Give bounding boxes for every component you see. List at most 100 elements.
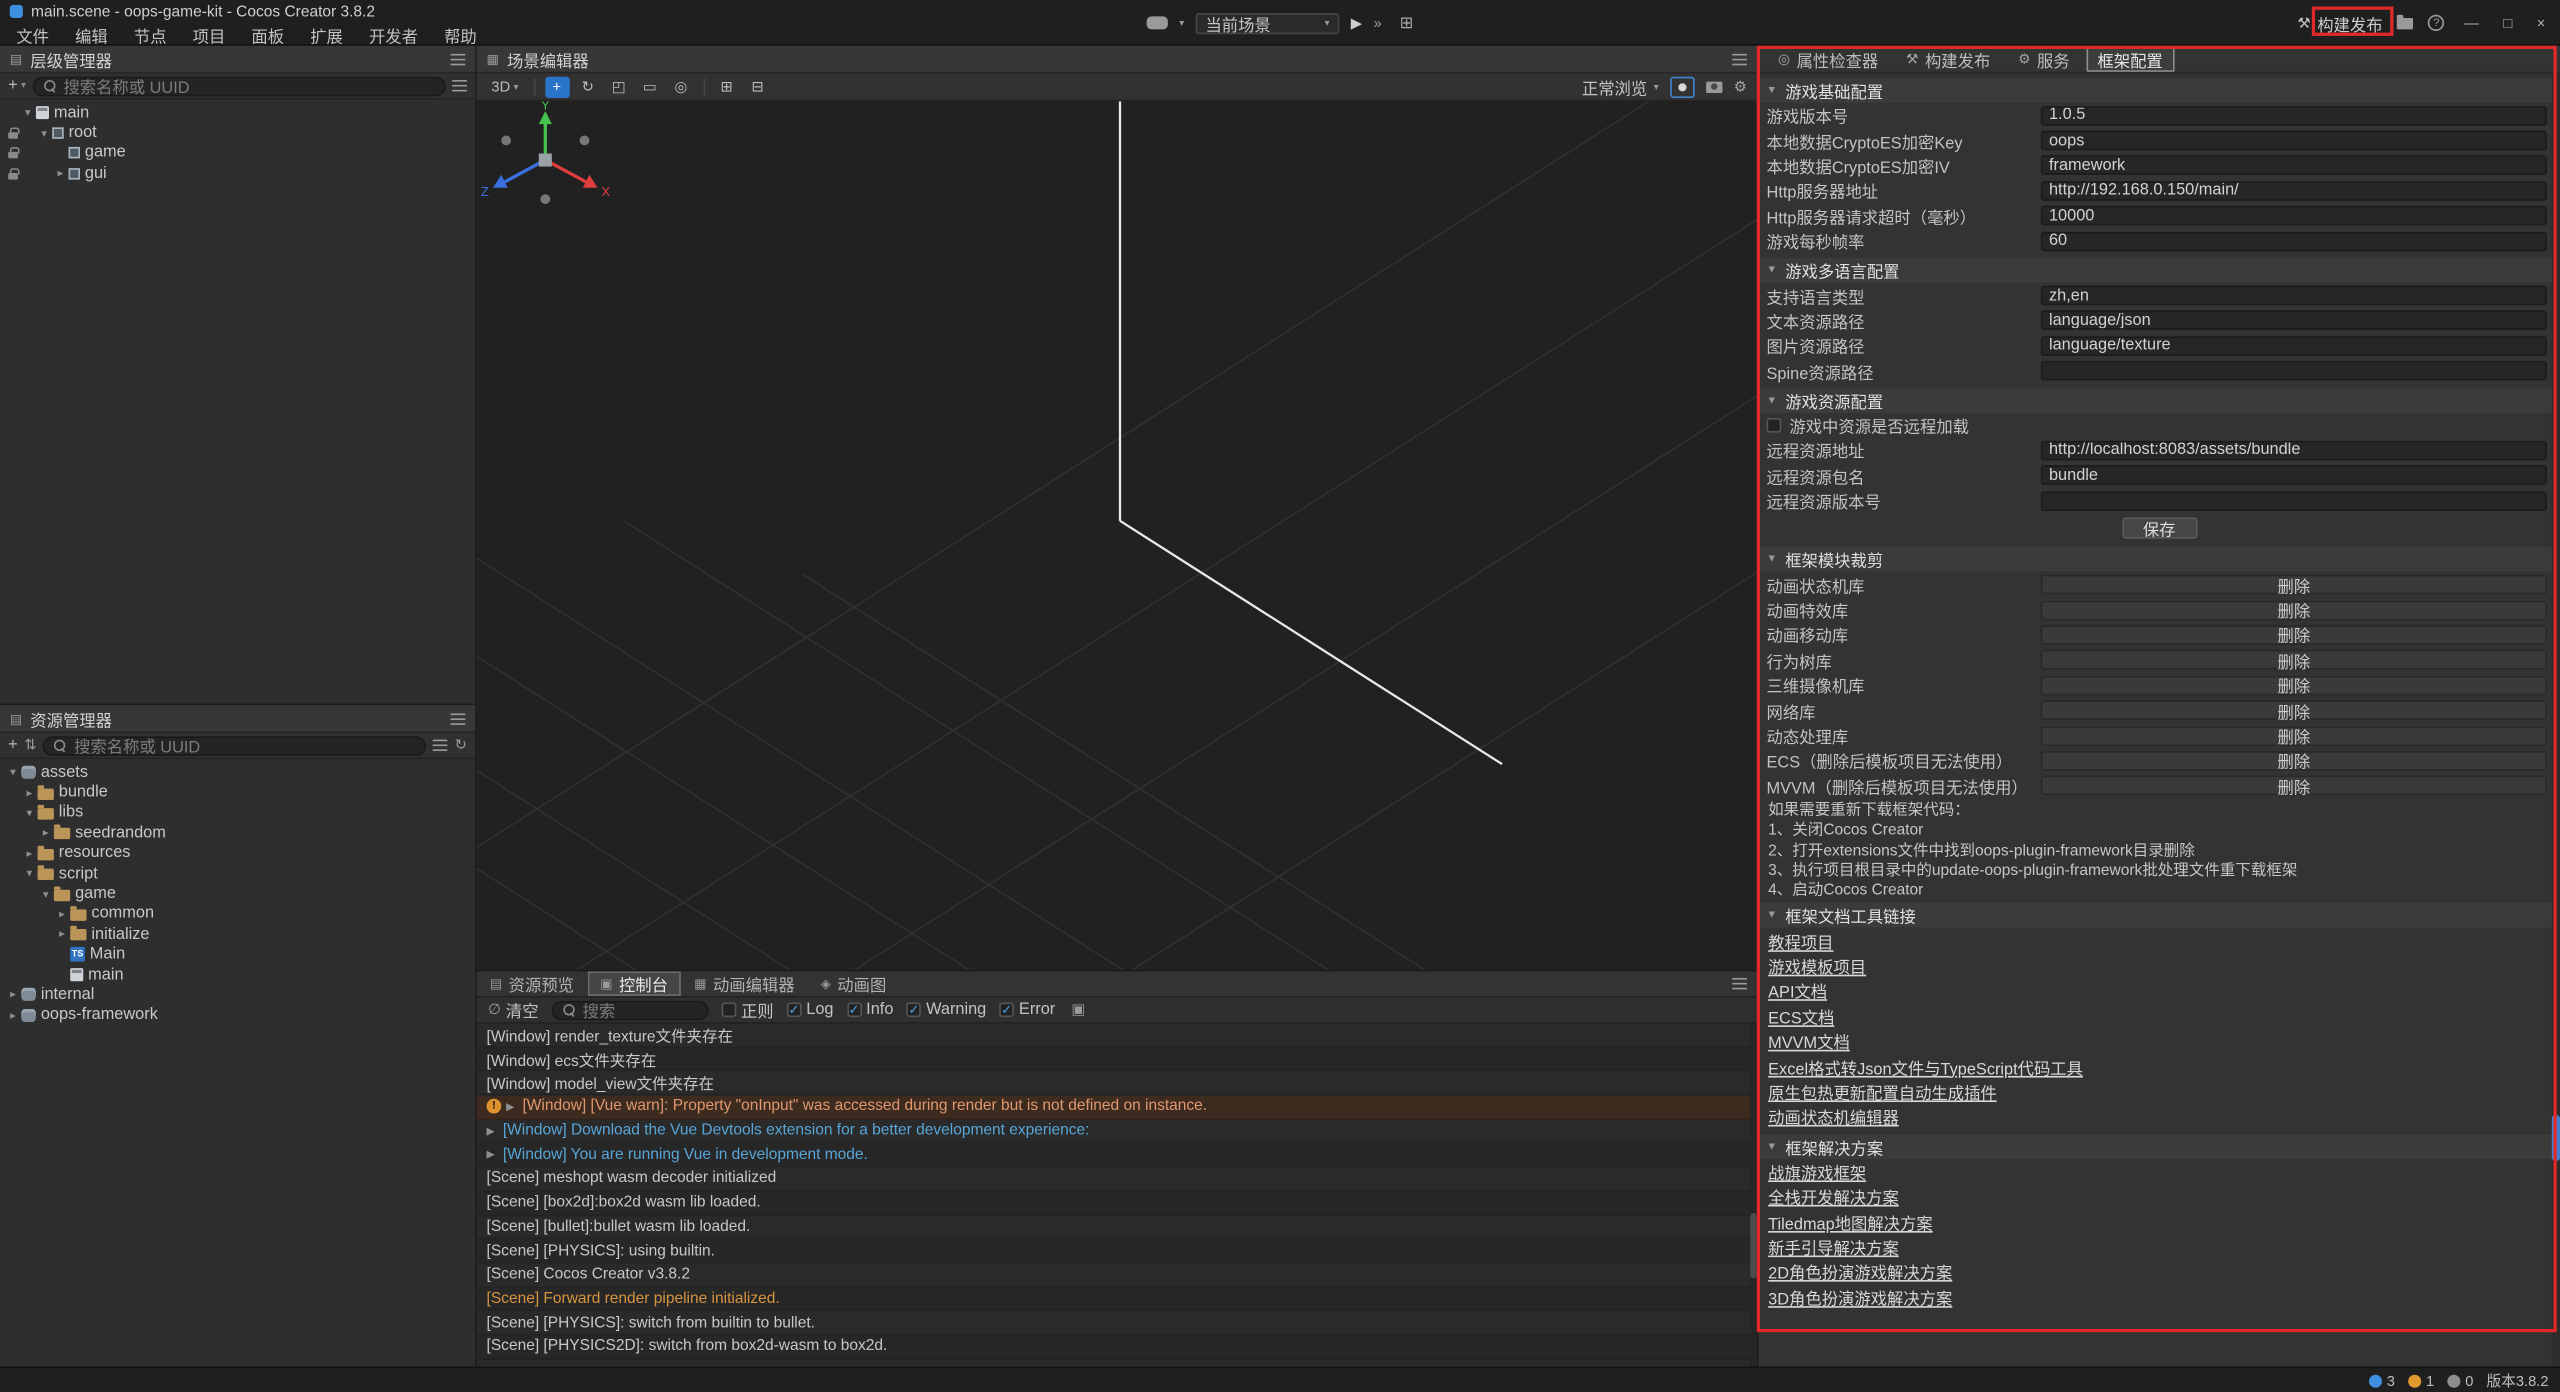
delete-button[interactable]: 删除 [2041, 701, 2547, 721]
lighting-toggle[interactable] [1670, 76, 1694, 97]
delete-button[interactable]: 删除 [2041, 675, 2547, 695]
sort-icon[interactable]: ⇅ [24, 736, 36, 754]
maximize-button[interactable]: □ [2498, 15, 2517, 31]
caret-down-icon[interactable]: ▾ [38, 887, 54, 900]
caret-right-icon[interactable]: ▸ [54, 908, 70, 921]
tab-console[interactable]: ▣控制台 [587, 971, 681, 995]
delete-button[interactable]: 删除 [2041, 776, 2547, 796]
field-input[interactable]: zh,en [2041, 286, 2547, 306]
menu-item[interactable]: 编辑 [62, 22, 121, 46]
snap-grid-icon[interactable]: ⊞ [714, 76, 738, 97]
preview-device-icon[interactable] [1147, 16, 1168, 29]
caret-right-icon[interactable]: ▸ [21, 786, 37, 799]
filter-warning[interactable]: Warning [906, 1001, 986, 1019]
log-row[interactable]: [Window] model_view文件夹存在 [477, 1072, 1757, 1096]
caret-down-icon[interactable]: ▼ [1767, 1141, 1778, 1152]
tab-inspector[interactable]: ◎属性检查器 [1767, 47, 1890, 71]
caret-down-icon[interactable]: ▼ [1767, 910, 1778, 921]
mode-3d-toggle[interactable]: 3D ▾ [487, 76, 524, 97]
tree-node-resources[interactable]: ▸resources [0, 843, 475, 863]
section-header[interactable]: ▼游戏基础配置 [1758, 78, 2560, 102]
caret-right-icon[interactable]: ▸ [52, 167, 68, 180]
delete-button[interactable]: 删除 [2041, 600, 2547, 620]
tree-node-common[interactable]: ▸common [0, 904, 475, 924]
tree-node-initialize[interactable]: ▸initialize [0, 924, 475, 944]
caret-down-icon[interactable]: ▾ [36, 127, 52, 140]
console-scrollbar[interactable] [1750, 1024, 1757, 1367]
build-publish-button[interactable]: ⚒ 构建发布 [2297, 11, 2382, 35]
tab-animation-graph[interactable]: ◈动画图 [808, 971, 900, 995]
warning-checkbox[interactable] [906, 1002, 921, 1017]
info-checkbox[interactable] [847, 1002, 862, 1017]
filter-icon[interactable] [433, 744, 448, 746]
log-row[interactable]: [Window] render_texture文件夹存在 [477, 1024, 1757, 1048]
section-header[interactable]: ▼框架文档工具链接 [1758, 904, 2560, 928]
scrollbar-thumb[interactable] [2552, 1115, 2560, 1161]
view-mode-dropdown[interactable]: 正常浏览 ▾ [1582, 74, 1659, 98]
regex-checkbox[interactable] [721, 1002, 736, 1017]
tree-node-internal[interactable]: ▸internal [0, 985, 475, 1005]
doc-link[interactable]: 战旗游戏框架 [1768, 1159, 1866, 1183]
caret-right-icon[interactable]: ▸ [54, 928, 70, 941]
doc-link[interactable]: API文档 [1768, 979, 1827, 1003]
scene-viewport[interactable]: Y X Z [477, 101, 1757, 970]
doc-link[interactable]: 原生包热更新配置自动生成插件 [1768, 1079, 1997, 1103]
chevron-down-icon[interactable]: ▾ [21, 80, 26, 91]
filter-icon[interactable] [452, 85, 467, 87]
chevron-down-icon[interactable]: ▾ [1179, 17, 1184, 28]
menu-item[interactable]: 面板 [238, 22, 297, 46]
delete-button[interactable]: 删除 [2041, 575, 2547, 595]
section-header[interactable]: ▼游戏多语言配置 [1758, 259, 2560, 283]
caret-down-icon[interactable]: ▾ [5, 766, 21, 779]
field-input[interactable] [2041, 361, 2547, 381]
tree-node-main[interactable]: ▾main [0, 103, 475, 123]
tree-node-game[interactable]: game [0, 143, 475, 163]
save-button[interactable]: 保存 [2122, 517, 2197, 538]
filter-log[interactable]: Log [787, 1001, 834, 1019]
warning-messages-badge[interactable]: 1 [2408, 1372, 2434, 1388]
log-row[interactable]: ▶[Window] Download the Vue Devtools exte… [477, 1120, 1757, 1144]
snap-rotate-icon[interactable]: ⊟ [745, 76, 769, 97]
field-input[interactable]: http://localhost:8083/assets/bundle [2041, 441, 2547, 461]
console-search-input[interactable]: 搜索 [552, 1000, 709, 1020]
log-row[interactable]: [Scene] [PHYSICS2D]: switch from box2d-w… [477, 1335, 1757, 1359]
scrollbar-thumb[interactable] [1750, 1212, 1757, 1277]
menu-item[interactable]: 帮助 [431, 22, 490, 46]
caret-down-icon[interactable]: ▼ [1767, 85, 1778, 96]
error-messages-badge[interactable]: 0 [2447, 1372, 2473, 1388]
log-row[interactable]: ▶[Window] You are running Vue in develop… [477, 1144, 1757, 1168]
move-tool-button[interactable]: + [545, 76, 569, 97]
close-button[interactable]: × [2532, 15, 2550, 31]
caret-down-icon[interactable]: ▼ [1767, 554, 1778, 565]
inspector-scrollbar[interactable] [2552, 73, 2560, 1366]
camera-icon[interactable] [1706, 81, 1722, 92]
field-input[interactable]: 60 [2041, 231, 2547, 251]
caret-down-icon[interactable]: ▼ [1767, 395, 1778, 406]
remote-load-checkbox[interactable] [1767, 418, 1782, 433]
tab-service[interactable]: ⚙服务 [2007, 47, 2081, 71]
doc-link[interactable]: 新手引导解决方案 [1768, 1234, 1899, 1258]
filter-error[interactable]: Error [999, 1001, 1055, 1019]
caret-right-icon[interactable]: ▸ [21, 847, 37, 860]
field-input[interactable]: language/json [2041, 311, 2547, 331]
caret-right-icon[interactable]: ▶ [487, 1148, 503, 1161]
log-row[interactable]: [Scene] [bullet]:bullet wasm lib loaded. [477, 1216, 1757, 1240]
refresh-icon[interactable]: ↻ [455, 736, 467, 754]
doc-link[interactable]: 动画状态机编辑器 [1768, 1104, 1899, 1128]
menu-item[interactable]: 开发者 [356, 22, 431, 46]
tree-node-assets[interactable]: ▾assets [0, 762, 475, 782]
doc-link[interactable]: Tiledmap地图解决方案 [1768, 1209, 1933, 1233]
collapse-identical-icon[interactable]: ▣ [1072, 1001, 1086, 1019]
open-project-folder-icon[interactable] [2397, 17, 2413, 28]
caret-down-icon[interactable]: ▼ [1767, 265, 1778, 276]
doc-link[interactable]: 全栈开发解决方案 [1768, 1184, 1899, 1208]
hierarchy-search-input[interactable]: 搜索名称或 UUID [32, 76, 445, 96]
log-row[interactable]: [Window] ecs文件夹存在 [477, 1048, 1757, 1072]
tab-framework-config[interactable]: 框架配置 [2086, 47, 2174, 71]
menu-item[interactable]: 文件 [3, 22, 62, 46]
filter-info[interactable]: Info [847, 1001, 894, 1019]
regex-toggle[interactable]: 正则 [721, 998, 773, 1022]
rect-tool-button[interactable]: ▭ [638, 76, 662, 97]
caret-down-icon[interactable]: ▾ [21, 806, 37, 819]
menu-item[interactable]: 项目 [180, 22, 239, 46]
